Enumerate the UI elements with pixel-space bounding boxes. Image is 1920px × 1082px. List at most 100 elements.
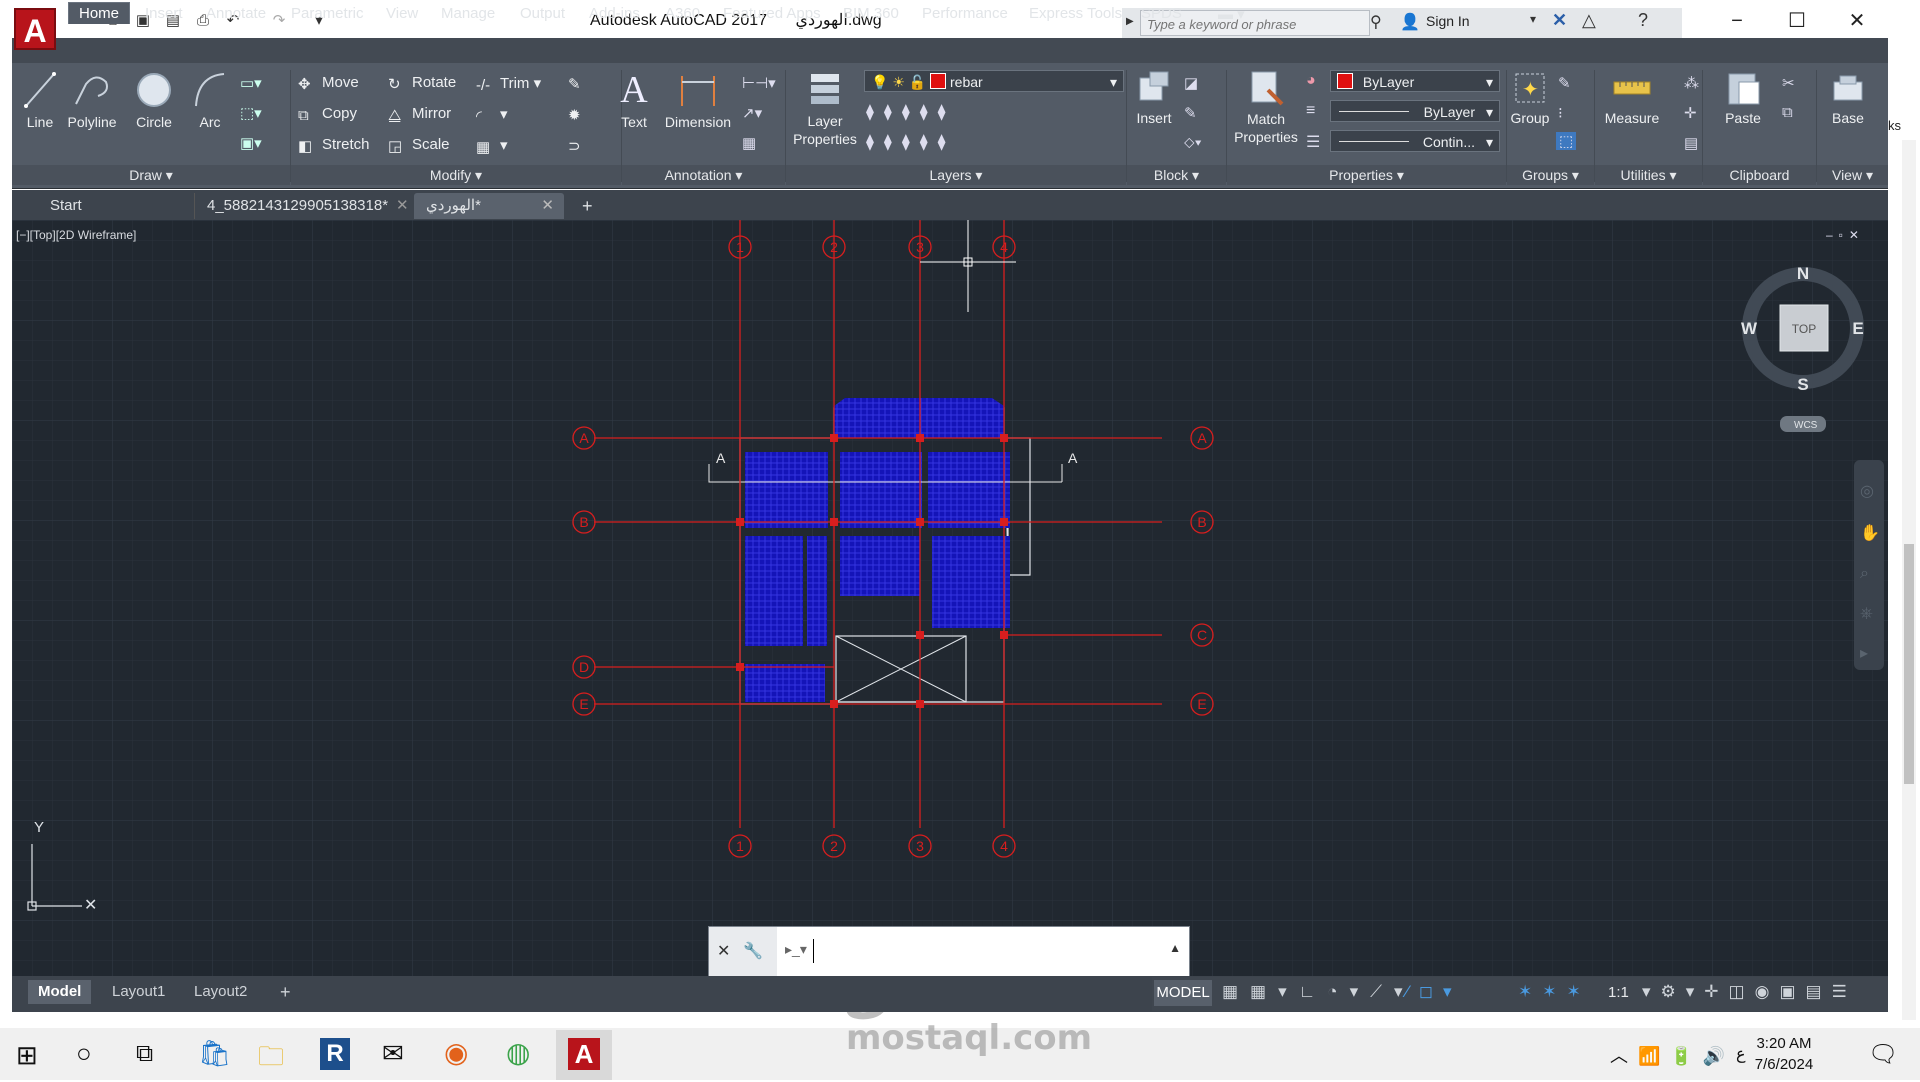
linetype-icon[interactable]: ☰ (1306, 132, 1320, 152)
compass-east[interactable]: E (1852, 319, 1863, 338)
clipboard-panel-title[interactable]: Clipboard (1703, 165, 1816, 185)
scale-button[interactable]: ◲ Scale (388, 136, 450, 155)
stretch-button[interactable]: ◧ Stretch (298, 136, 370, 155)
color-wheel-icon[interactable]: ◕ (1306, 72, 1316, 90)
insert-block-button[interactable]: Insert (1130, 70, 1178, 126)
status-tools-right[interactable]: ▾⚙▾✛◫◉▣▤☰ (1642, 982, 1857, 1002)
tab-add-ins[interactable]: Add-ins (589, 5, 640, 22)
block-panel-title[interactable]: Block ▾ (1127, 165, 1226, 185)
maximize-button[interactable]: ☐ (1774, 6, 1820, 36)
tab-spds[interactable]: SPDS (1141, 5, 1182, 22)
tab-performance[interactable]: Performance (922, 5, 1008, 22)
minimize-button[interactable]: − (1714, 6, 1760, 36)
help-icon[interactable]: ? (1638, 10, 1648, 31)
store-icon[interactable]: 🛍 (198, 1038, 231, 1069)
annotation-scale[interactable]: 1:1 (1608, 984, 1629, 1001)
status-tools-blue[interactable]: ⁄◻▾ (1406, 982, 1461, 1002)
tab-model[interactable]: Model (28, 980, 92, 1004)
copy-clip-icon[interactable]: ⧉ (1782, 104, 1793, 121)
utilities-panel-title[interactable]: Utilities ▾ (1595, 165, 1702, 185)
compass-south[interactable]: S (1797, 375, 1808, 394)
lineweight-dropdown[interactable]: ByLayer ▾ (1330, 100, 1500, 122)
compass-west[interactable]: W (1741, 319, 1758, 338)
search-taskbar-icon[interactable]: ○ (76, 1038, 92, 1069)
groups-panel-title[interactable]: Groups ▾ (1507, 165, 1594, 185)
array-button[interactable]: ▦ ▾ (476, 136, 508, 156)
measure-button[interactable]: Measure (1600, 70, 1664, 126)
drawing-canvas[interactable]: A A 1 2 3 4 1 2 3 4 A A B B C D E E Y ✕ … (12, 220, 1888, 976)
new-tab-button[interactable]: + (574, 193, 604, 219)
attribute-icon[interactable]: ⬦▾ (1184, 134, 1202, 151)
tab-bim-360[interactable]: BIM 360 (843, 5, 899, 22)
tab-manage[interactable]: Manage (441, 5, 495, 22)
file-tab-drawing-1[interactable]: 4_5882143129905138318* ✕ (194, 193, 409, 219)
annotation-tools[interactable]: ✶✶✶ (1518, 982, 1591, 1002)
viewport-window-controls[interactable]: –▫✕ (1826, 228, 1865, 242)
circle-button[interactable]: Circle (130, 70, 178, 130)
task-view-icon[interactable]: ⧉ (136, 1040, 153, 1068)
tab-layout2[interactable]: Layout2 (184, 980, 257, 1004)
cut-icon[interactable]: ✂ (1782, 74, 1795, 92)
close-tab-icon[interactable]: ✕ (541, 193, 554, 219)
erase-button[interactable]: ✎ (568, 74, 592, 93)
wcs-menu[interactable]: WCS (1794, 420, 1818, 431)
exchange-apps-icon[interactable]: ✕ (1552, 10, 1567, 31)
group-button[interactable]: ✦ Group (1508, 70, 1552, 126)
fillet-button[interactable]: ◜ ▾ (476, 105, 508, 125)
linear-dim-icon[interactable]: ⊢⊣▾ (742, 74, 776, 92)
close-tab-icon[interactable]: ✕ (396, 197, 409, 214)
line-button[interactable]: Line (18, 70, 62, 130)
lineweight-icon[interactable]: ≡ (1306, 102, 1315, 120)
rotate-button[interactable]: ↻ Rotate (388, 74, 456, 93)
autocad-taskbar-button[interactable]: A (556, 1030, 612, 1080)
text-button[interactable]: A Text (614, 70, 654, 130)
quick-select-icon[interactable]: ⁂ (1684, 74, 1699, 92)
properties-panel-title[interactable]: Properties ▾ (1227, 165, 1506, 185)
tab-layout1[interactable]: Layout1 (102, 980, 175, 1004)
expand-search-icon[interactable]: ▶ (1126, 16, 1134, 27)
color-dropdown[interactable]: ByLayer ▾ (1330, 70, 1500, 92)
sign-in-button[interactable]: Sign In (1426, 13, 1470, 29)
scrollbar[interactable] (1902, 140, 1916, 1020)
command-line[interactable]: ✕ 🔧 ▸_▾ ▲ (708, 926, 1190, 978)
modify-panel-title[interactable]: Modify ▾ (291, 165, 621, 185)
mirror-button[interactable]: ⧋ Mirror (388, 105, 451, 124)
binoculars-icon[interactable]: ⚲ (1370, 12, 1382, 32)
system-tray-icons[interactable]: ︿📶🔋🔊 (1610, 1042, 1735, 1068)
group-selection-icon[interactable]: ⬚ (1556, 132, 1577, 150)
command-history-icon[interactable]: ▲ (1169, 941, 1181, 955)
dimension-button[interactable]: Dimension (660, 70, 736, 130)
model-space-button[interactable]: MODEL (1154, 980, 1212, 1006)
tab-express-tools[interactable]: Express Tools (1029, 5, 1122, 22)
polyline-button[interactable]: Polyline (64, 70, 120, 130)
notifications-icon[interactable]: 🗨 (1868, 1040, 1898, 1069)
hatch-icon[interactable]: ⬚▾ (240, 104, 262, 122)
drawing-svg[interactable]: A A 1 2 3 4 1 2 3 4 A A B B C D E E Y ✕ … (12, 220, 1888, 976)
taskbar-clock[interactable]: 3:20 AM 7/6/2024 (1744, 1035, 1824, 1073)
compass-north[interactable]: N (1797, 264, 1809, 283)
trim-button[interactable]: -/- Trim ▾ (476, 74, 541, 94)
command-prompt-icon[interactable]: ▸_▾ (785, 941, 807, 958)
layer-tools-row-2[interactable]: ⧫⧫⧫⧫⧫ (866, 132, 956, 152)
paste-button[interactable]: Paste (1718, 70, 1768, 126)
file-tab-start[interactable]: Start (38, 193, 188, 219)
group-edit-icon[interactable]: ⁝ (1558, 104, 1563, 122)
tab-parametric[interactable]: Parametric (291, 5, 364, 22)
close-button[interactable]: ✕ (1834, 6, 1880, 36)
add-layout-button[interactable]: + (270, 980, 301, 1004)
status-tools-left[interactable]: ▦▦▾∟◔▾⟋▾ (1222, 982, 1415, 1002)
view-panel-title[interactable]: View ▾ (1817, 165, 1888, 185)
tab-annotate[interactable]: Annotate (206, 5, 266, 22)
copy-button[interactable]: ⧉ Copy (298, 105, 357, 124)
revit-icon[interactable]: R (320, 1038, 350, 1070)
tab-featured-apps[interactable]: Featured Apps (723, 5, 821, 22)
close-command-icon[interactable]: ✕ (717, 941, 730, 961)
redo-icon[interactable]: ↷ (270, 12, 288, 30)
ribbon-options-icon[interactable]: ▬ ▾ (1218, 5, 1245, 23)
layer-tools-row-1[interactable]: ⧫⧫⧫⧫⧫ (866, 102, 956, 122)
customize-command-icon[interactable]: 🔧 (743, 941, 763, 961)
linetype-dropdown[interactable]: Contin... ▾ (1330, 130, 1500, 152)
tab-view[interactable]: View (386, 5, 418, 22)
layers-panel-title[interactable]: Layers ▾ (786, 165, 1126, 185)
layer-properties-button[interactable]: Layer Properties (790, 70, 860, 148)
